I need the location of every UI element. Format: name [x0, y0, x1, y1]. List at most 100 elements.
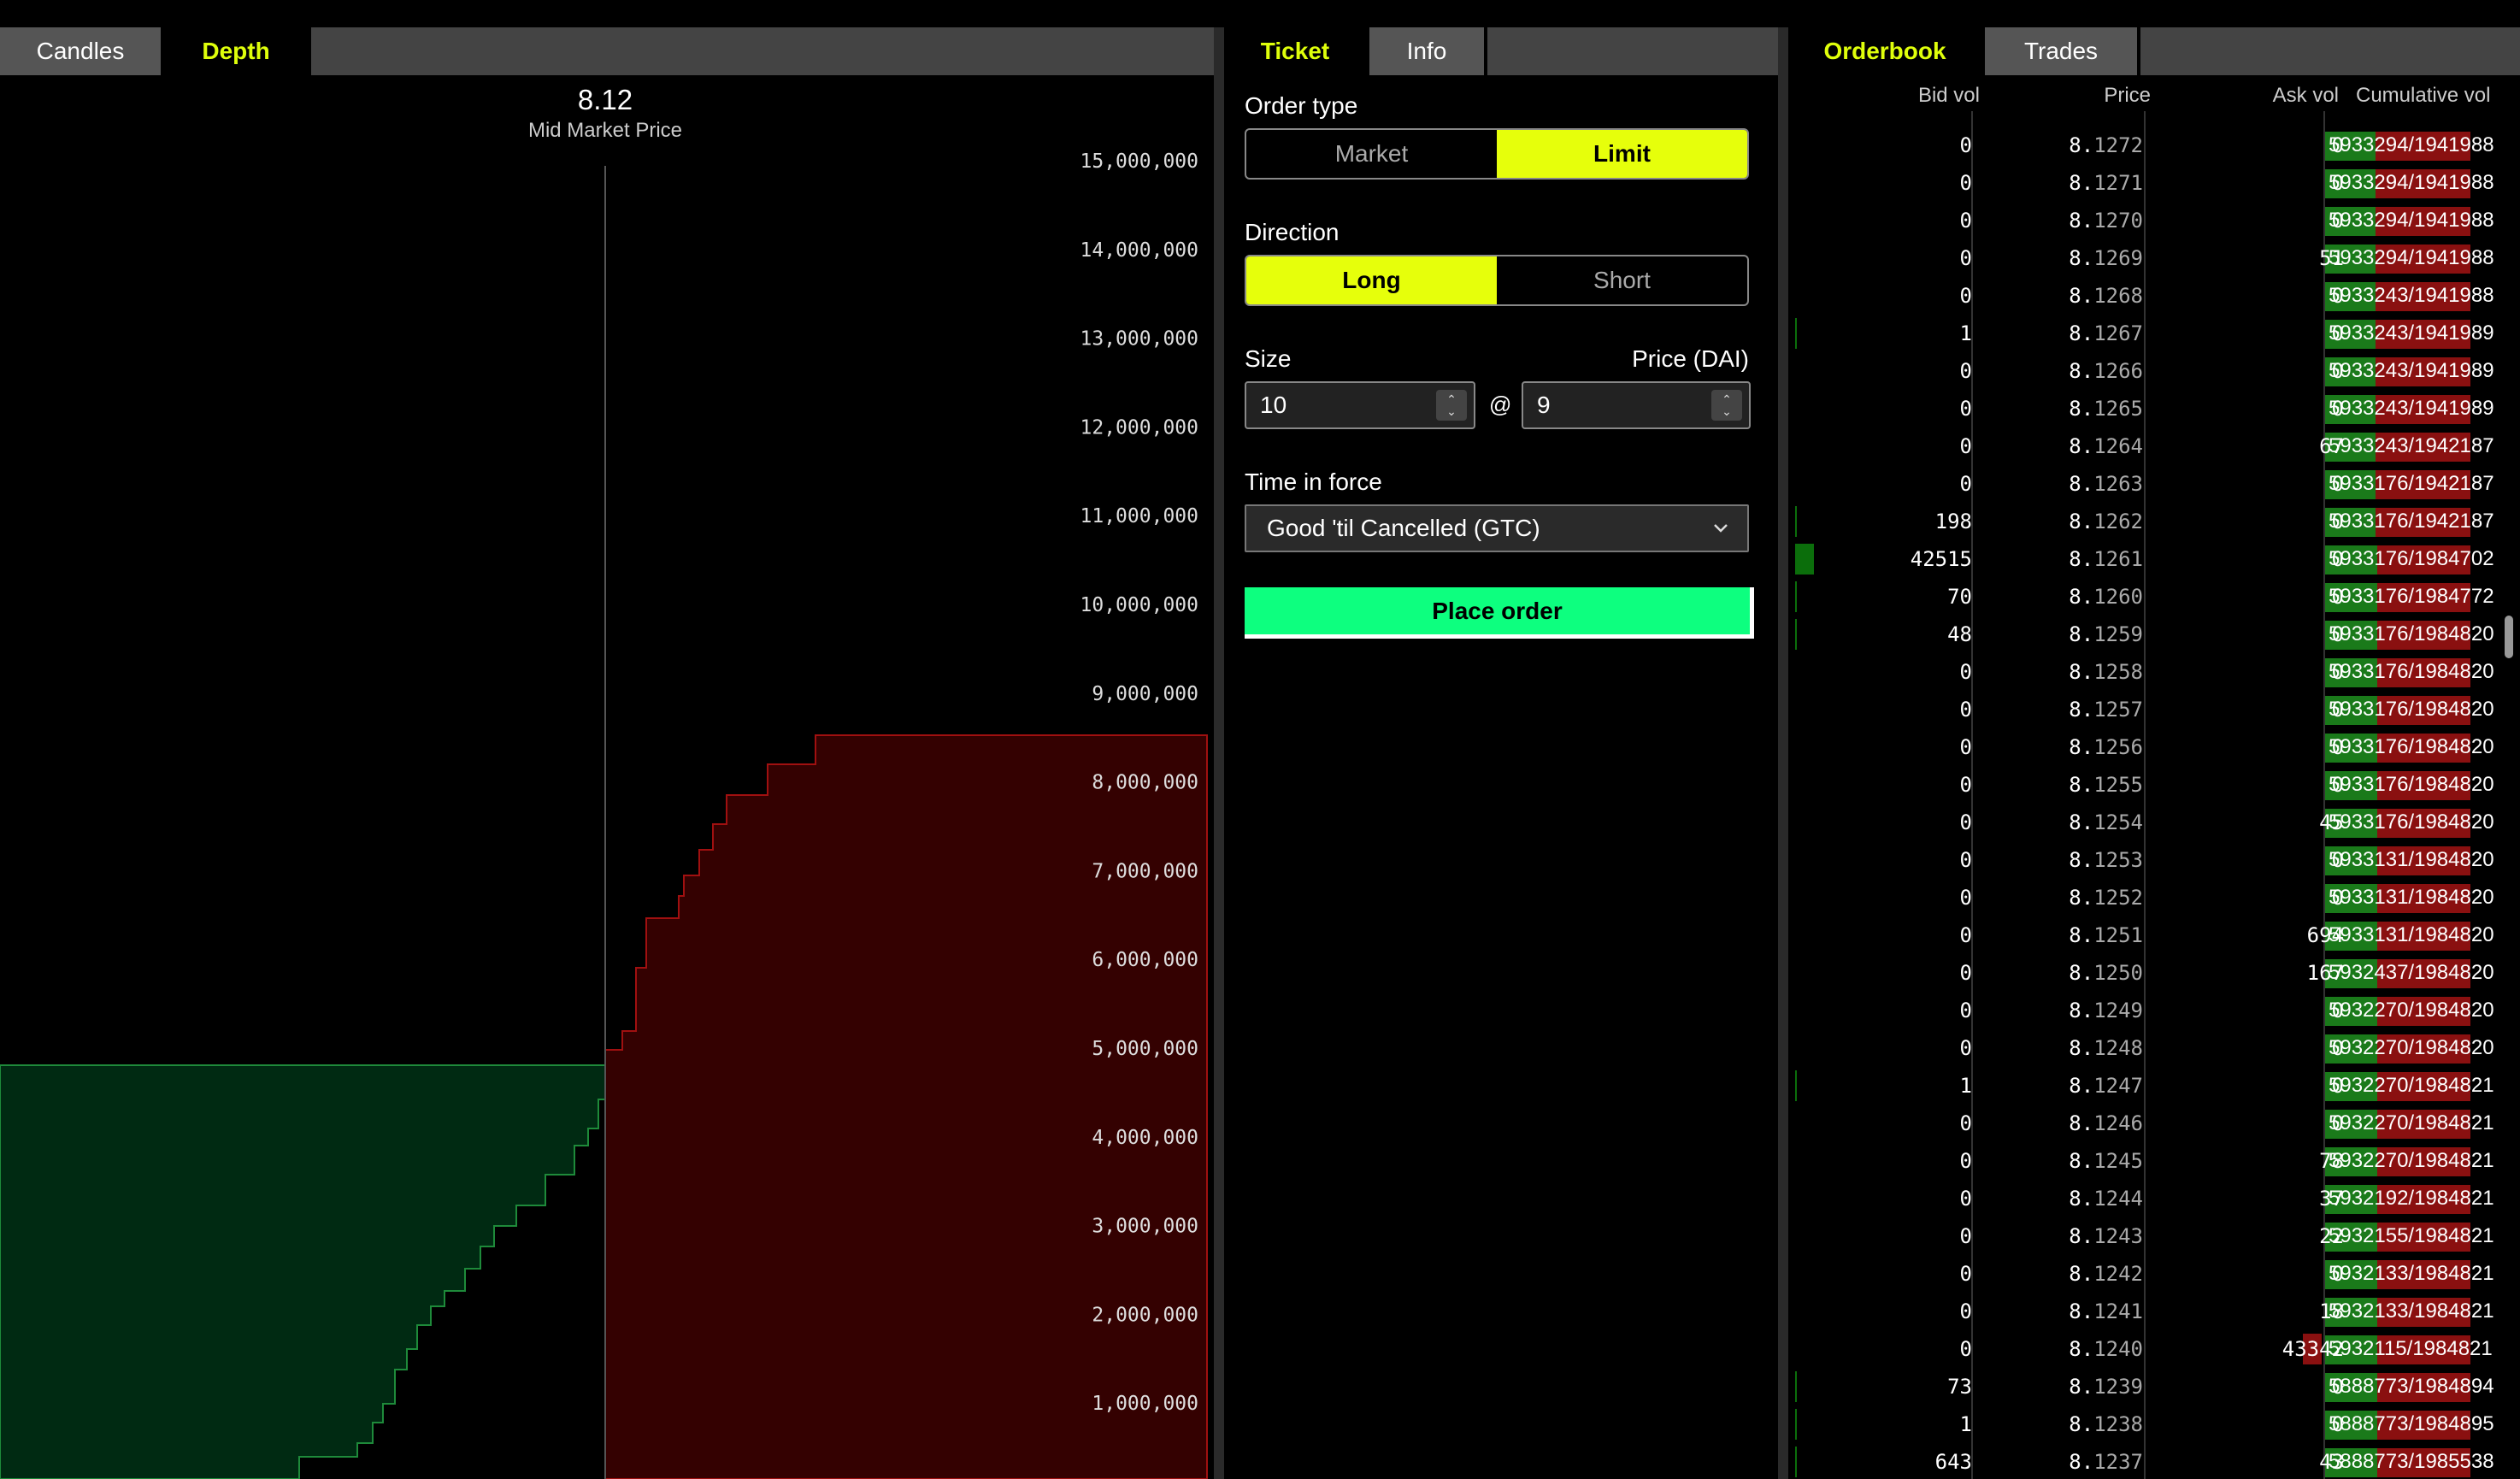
stepper-down-icon[interactable]: ⌄	[1722, 405, 1732, 417]
orderbook-row[interactable]: 643 8.1237 43 5888773/1985538	[1788, 1443, 2506, 1479]
orderbook-row[interactable]: 0 8.1272 0 5933294/1941988	[1788, 127, 2506, 164]
orderbook-row[interactable]: 42515 8.1261 0 5933176/1984702	[1788, 540, 2506, 578]
panel-divider[interactable]	[1214, 27, 1224, 1479]
orderbook-row[interactable]: 0 8.1252 0 5933131/1984820	[1788, 879, 2506, 916]
price-cell: 8.1239	[1989, 1375, 2143, 1399]
ask-volume: 18	[2319, 1299, 2344, 1323]
size-value: 10	[1260, 392, 1287, 418]
top-strip	[0, 0, 2520, 27]
price-cell: 8.1259	[1989, 622, 2143, 646]
size-input[interactable]: 10 ⌃ ⌄	[1245, 381, 1475, 429]
orderbook-row[interactable]: 1 8.1238 0 5888773/1984895	[1788, 1405, 2506, 1443]
orderbook-row[interactable]: 1 8.1267 0 5933243/1941989	[1788, 315, 2506, 352]
cumulative-volume: 5933243/1941989	[2329, 321, 2494, 345]
orderbook-row[interactable]: 0 8.1264 67 5933243/1942187	[1788, 427, 2506, 465]
limit-button[interactable]: Limit	[1497, 130, 1747, 178]
cumulative-volume: 5933294/1941988	[2329, 133, 2494, 156]
orderbook-row[interactable]: 0 8.1255 0 5933176/1984820	[1788, 766, 2506, 804]
tab-info[interactable]: Info	[1369, 27, 1487, 75]
short-button[interactable]: Short	[1497, 256, 1747, 304]
price-integer: 8.	[2069, 660, 2094, 684]
bid-depth-area	[0, 1064, 606, 1479]
cumulative-volume: 5932270/1984821	[2329, 1111, 2494, 1134]
tab-candles[interactable]: Candles	[0, 27, 164, 75]
orderbook-row[interactable]: 0 8.1257 0 5933176/1984820	[1788, 691, 2506, 728]
price-stepper[interactable]: ⌃ ⌄	[1711, 390, 1742, 421]
orderbook-row[interactable]: 0 8.1253 0 5933131/1984820	[1788, 841, 2506, 879]
orderbook-row[interactable]: 0 8.1240 43342 5932115/1984821	[1788, 1330, 2506, 1368]
y-tick-label: 9,000,000	[1092, 683, 1198, 705]
size-stepper[interactable]: ⌃ ⌄	[1436, 390, 1467, 421]
ask-volume: 0	[2331, 171, 2344, 195]
y-tick-label: 11,000,000	[1080, 505, 1198, 527]
tif-value: Good 'til Cancelled (GTC)	[1267, 515, 1540, 541]
stepper-down-icon[interactable]: ⌄	[1446, 405, 1457, 417]
price-integer: 8.	[2069, 1299, 2094, 1323]
orderbook-row[interactable]: 198 8.1262 0 5933176/1942187	[1788, 503, 2506, 540]
orderbook-row[interactable]: 0 8.1263 0 5933176/1942187	[1788, 465, 2506, 503]
ask-volume: 0	[2331, 1036, 2344, 1060]
chevron-down-icon	[1714, 524, 1728, 533]
price-fraction: 1256	[2093, 735, 2143, 759]
orderbook-row[interactable]: 1 8.1247 0 5932270/1984821	[1788, 1067, 2506, 1105]
stepper-up-icon[interactable]: ⌃	[1722, 393, 1732, 405]
price-integer: 8.	[2069, 1149, 2094, 1173]
orderbook-row[interactable]: 0 8.1249 0 5932270/1984820	[1788, 992, 2506, 1029]
orderbook-scrollbar[interactable]	[2505, 616, 2513, 658]
bid-volume-bar	[1795, 619, 1797, 650]
price-fraction: 1243	[2093, 1224, 2143, 1248]
price-cell: 8.1272	[1989, 133, 2143, 157]
orderbook-row[interactable]: 0 8.1251 694 5933131/1984820	[1788, 916, 2506, 954]
bid-volume: 0	[1959, 434, 1972, 458]
orderbook-row[interactable]: 0 8.1256 0 5933176/1984820	[1788, 728, 2506, 766]
place-order-button[interactable]: Place order	[1245, 587, 1754, 639]
tif-select[interactable]: Good 'til Cancelled (GTC)	[1245, 504, 1749, 552]
ask-volume: 0	[2331, 773, 2344, 797]
price-fraction: 1246	[2093, 1111, 2143, 1135]
orderbook-row[interactable]: 73 8.1239 0 5888773/1984894	[1788, 1368, 2506, 1405]
orderbook-row[interactable]: 0 8.1242 0 5932133/1984821	[1788, 1255, 2506, 1293]
orderbook-row[interactable]: 0 8.1258 0 5933176/1984820	[1788, 653, 2506, 691]
long-button[interactable]: Long	[1246, 256, 1497, 304]
price-integer: 8.	[2069, 923, 2094, 947]
cumulative-volume: 5933131/1984820	[2329, 848, 2494, 871]
orderbook-row[interactable]: 0 8.1268 0 5933243/1941988	[1788, 277, 2506, 315]
cumulative-volume: 5933243/1941989	[2329, 397, 2494, 420]
y-tick-label: 2,000,000	[1092, 1304, 1198, 1326]
tab-ticket[interactable]: Ticket	[1224, 27, 1369, 75]
market-button[interactable]: Market	[1246, 130, 1497, 178]
price-cell: 8.1237	[1989, 1450, 2143, 1474]
price-integer: 8.	[2069, 209, 2094, 233]
orderbook-row[interactable]: 70 8.1260 0 5933176/1984772	[1788, 578, 2506, 616]
tab-trades[interactable]: Trades	[1985, 27, 2140, 75]
bid-volume: 0	[1959, 923, 1972, 947]
price-cell: 8.1245	[1989, 1149, 2143, 1173]
orderbook-row[interactable]: 0 8.1254 45 5933176/1984820	[1788, 804, 2506, 841]
orderbook-row[interactable]: 0 8.1266 0 5933243/1941989	[1788, 352, 2506, 390]
orderbook-row[interactable]: 0 8.1265 0 5933243/1941989	[1788, 390, 2506, 427]
panel-divider-right[interactable]	[1778, 27, 1788, 1479]
price-cell: 8.1266	[1989, 359, 2143, 383]
orderbook-row[interactable]: 0 8.1248 0 5932270/1984820	[1788, 1029, 2506, 1067]
orderbook-row[interactable]: 0 8.1270 0 5933294/1941988	[1788, 202, 2506, 239]
orderbook-row[interactable]: 0 8.1243 22 5932155/1984821	[1788, 1217, 2506, 1255]
order-type-label: Order type	[1245, 92, 1358, 119]
ask-volume: 0	[2331, 133, 2344, 157]
y-tick-label: 12,000,000	[1080, 416, 1198, 439]
tab-orderbook[interactable]: Orderbook	[1788, 27, 1985, 75]
price-fraction: 1266	[2093, 359, 2143, 383]
orderbook-row[interactable]: 0 8.1244 37 5932192/1984821	[1788, 1180, 2506, 1217]
orderbook-row[interactable]: 0 8.1245 78 5932270/1984821	[1788, 1142, 2506, 1180]
stepper-up-icon[interactable]: ⌃	[1446, 393, 1457, 405]
price-integer: 8.	[2069, 1111, 2094, 1135]
orderbook-row[interactable]: 0 8.1241 18 5932133/1984821	[1788, 1293, 2506, 1330]
orderbook-row[interactable]: 0 8.1271 0 5933294/1941988	[1788, 164, 2506, 202]
price-integer: 8.	[2069, 1224, 2094, 1248]
tab-depth[interactable]: Depth	[164, 27, 311, 75]
orderbook-row[interactable]: 0 8.1246 0 5932270/1984821	[1788, 1105, 2506, 1142]
orderbook-row[interactable]: 0 8.1250 167 5932437/1984820	[1788, 954, 2506, 992]
price-input[interactable]: 9 ⌃ ⌄	[1522, 381, 1751, 429]
ask-volume: 22	[2319, 1224, 2344, 1248]
orderbook-row[interactable]: 0 8.1269 51 5933294/1941988	[1788, 239, 2506, 277]
orderbook-row[interactable]: 48 8.1259 0 5933176/1984820	[1788, 616, 2506, 653]
